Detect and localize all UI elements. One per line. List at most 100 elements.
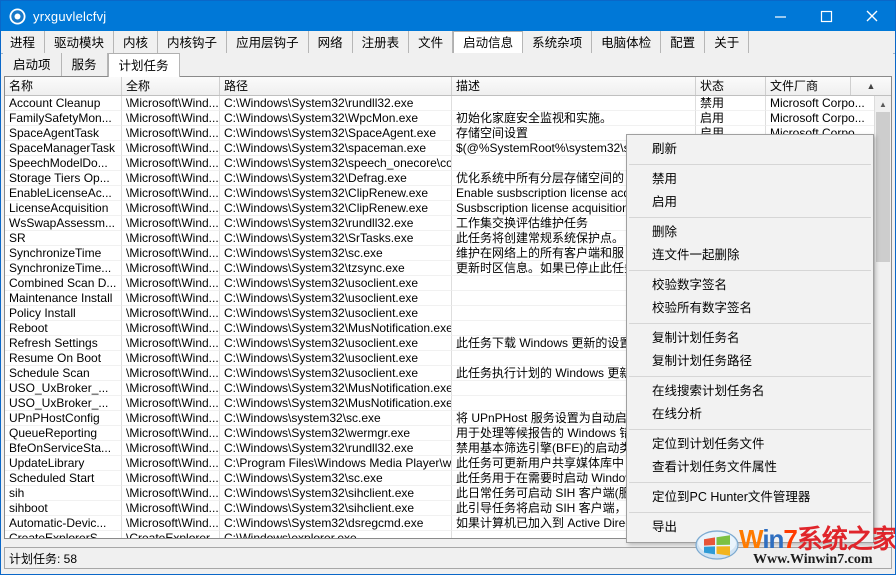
cell-path: C:\Windows\System32\dsregcmd.exe bbox=[220, 516, 452, 531]
cell-full: \Microsoft\Wind... bbox=[122, 111, 220, 126]
scroll-up-icon[interactable]: ▲ bbox=[875, 96, 891, 112]
menu-item-13[interactable]: 定位到PC Hunter文件管理器 bbox=[627, 486, 873, 509]
context-menu[interactable]: 刷新禁用 启用删除 连文件一起删除 校验数字签名 校验所有数字签名 复制计划任务名 复制计划… bbox=[626, 134, 874, 543]
cell-path: C:\Windows\System32\SrTasks.exe bbox=[220, 231, 452, 246]
main-tab-4[interactable]: 应用层钩子 bbox=[227, 31, 309, 53]
column-header-1[interactable]: 全称 bbox=[122, 77, 220, 95]
title-bar: yrxguvlelcfvj bbox=[1, 1, 895, 31]
sort-indicator-icon[interactable]: ▲ bbox=[851, 77, 891, 95]
cell-name: CreateExplorerS... bbox=[5, 531, 122, 538]
cell-name: SpaceAgentTask bbox=[5, 126, 122, 141]
main-tab-12[interactable]: 关于 bbox=[705, 31, 750, 53]
cell-path: C:\Windows\System32\usoclient.exe bbox=[220, 276, 452, 291]
cell-name: Combined Scan D... bbox=[5, 276, 122, 291]
table-row[interactable]: Account Cleanup \Microsoft\Wind... C:\Wind… bbox=[5, 96, 891, 111]
main-tab-9[interactable]: 系统杂项 bbox=[523, 31, 593, 53]
scrollbar-thumb[interactable] bbox=[876, 112, 890, 262]
menu-item-6[interactable]: 校验所有数字签名 bbox=[627, 297, 873, 320]
scroll-down-icon[interactable]: ▼ bbox=[875, 522, 891, 538]
sub-tab-1[interactable]: 服务 bbox=[62, 53, 108, 76]
main-tab-5[interactable]: 网络 bbox=[309, 31, 353, 53]
status-bar: 计划任务: 58 bbox=[4, 547, 892, 569]
cell-path: C:\Windows\System32\usoclient.exe bbox=[220, 291, 452, 306]
main-tab-3[interactable]: 内核钩子 bbox=[158, 31, 228, 53]
cell-path: C:\Windows\System32\sihclient.exe bbox=[220, 501, 452, 516]
menu-item-4[interactable]: 连文件一起删除 bbox=[627, 244, 873, 267]
column-header-5[interactable]: 文件厂商 bbox=[766, 77, 851, 95]
menu-item-9[interactable]: 在线搜索计划任务名 bbox=[627, 380, 873, 403]
menu-item-3[interactable]: 删除 bbox=[627, 221, 873, 244]
main-tab-8[interactable]: 启动信息 bbox=[453, 31, 524, 54]
menu-item-12[interactable]: 查看计划任务文件属性 bbox=[627, 456, 873, 479]
main-tab-7[interactable]: 文件 bbox=[409, 31, 454, 53]
cell-full: \Microsoft\Wind... bbox=[122, 261, 220, 276]
menu-item-2[interactable]: 启用 bbox=[627, 191, 873, 214]
cell-full: \Microsoft\Wind... bbox=[122, 456, 220, 471]
menu-separator bbox=[629, 512, 871, 513]
menu-item-8[interactable]: 复制计划任务路径 bbox=[627, 350, 873, 373]
cell-full: \Microsoft\Wind... bbox=[122, 366, 220, 381]
cell-path: C:\Windows\System32\ClipRenew.exe bbox=[220, 186, 452, 201]
sub-tab-label: 启动项 bbox=[13, 58, 51, 73]
sub-tab-2[interactable]: 计划任务 bbox=[107, 53, 180, 77]
cell-path: C:\Windows\System32\spaceman.exe bbox=[220, 141, 452, 156]
menu-item-11[interactable]: 定位到计划任务文件 bbox=[627, 433, 873, 456]
main-tab-label: 电脑体检 bbox=[601, 35, 652, 50]
column-header-3[interactable]: 描述 bbox=[452, 77, 696, 95]
menu-item-7[interactable]: 复制计划任务名 bbox=[627, 327, 873, 350]
cell-name: Account Cleanup bbox=[5, 96, 122, 111]
cell-path: C:\Windows\System32\sihclient.exe bbox=[220, 486, 452, 501]
cell-full: \Microsoft\Wind... bbox=[122, 231, 220, 246]
main-tab-label: 进程 bbox=[10, 35, 36, 50]
table-row[interactable]: FamilySafetyMon... \Microsoft\Wind... C:\W… bbox=[5, 111, 891, 126]
close-button[interactable] bbox=[849, 1, 895, 31]
menu-item-10[interactable]: 在线分析 bbox=[627, 403, 873, 426]
cell-path: C:\Windows\System32\usoclient.exe bbox=[220, 306, 452, 321]
menu-item-5[interactable]: 校验数字签名 bbox=[627, 274, 873, 297]
cell-full: \Microsoft\Wind... bbox=[122, 351, 220, 366]
main-tab-0[interactable]: 进程 bbox=[1, 31, 46, 53]
cell-full: \Microsoft\Wind... bbox=[122, 306, 220, 321]
main-tab-11[interactable]: 配置 bbox=[661, 31, 706, 53]
sub-tab-0[interactable]: 启动项 bbox=[3, 53, 62, 76]
cell-full: \Microsoft\Wind... bbox=[122, 486, 220, 501]
menu-item-14[interactable]: 导出 bbox=[627, 516, 873, 539]
main-tab-label: 配置 bbox=[670, 35, 696, 50]
cell-full: \CreateExplorer... bbox=[122, 531, 220, 538]
cell-name: Policy Install bbox=[5, 306, 122, 321]
cell-full: \Microsoft\Wind... bbox=[122, 201, 220, 216]
column-header-4[interactable]: 状态 bbox=[696, 77, 766, 95]
menu-separator bbox=[629, 270, 871, 271]
cell-full: \Microsoft\Wind... bbox=[122, 276, 220, 291]
cell-path: C:\Windows\System32\usoclient.exe bbox=[220, 366, 452, 381]
vertical-scrollbar[interactable]: ▲ ▼ bbox=[874, 96, 891, 538]
cell-vendor: Microsoft Corpo... bbox=[766, 96, 891, 111]
column-header-2[interactable]: 路径 bbox=[220, 77, 452, 95]
window-controls bbox=[757, 1, 895, 31]
cell-name: Reboot bbox=[5, 321, 122, 336]
cell-name: Schedule Scan bbox=[5, 366, 122, 381]
main-tab-6[interactable]: 注册表 bbox=[353, 31, 410, 53]
cell-name: Maintenance Install bbox=[5, 291, 122, 306]
cell-name: sihboot bbox=[5, 501, 122, 516]
cell-name: Refresh Settings bbox=[5, 336, 122, 351]
main-tab-10[interactable]: 电脑体检 bbox=[592, 31, 662, 53]
menu-separator bbox=[629, 376, 871, 377]
cell-path: C:\Windows\System32\MusNotification.exe bbox=[220, 396, 452, 411]
cell-full: \Microsoft\Wind... bbox=[122, 291, 220, 306]
cell-name: UpdateLibrary bbox=[5, 456, 122, 471]
main-tab-2[interactable]: 内核 bbox=[114, 31, 159, 53]
minimize-button[interactable] bbox=[757, 1, 803, 31]
cell-name: WsSwapAssessm... bbox=[5, 216, 122, 231]
maximize-button[interactable] bbox=[803, 1, 849, 31]
cell-name: LicenseAcquisition bbox=[5, 201, 122, 216]
menu-item-0[interactable]: 刷新 bbox=[627, 138, 873, 161]
cell-full: \Microsoft\Wind... bbox=[122, 321, 220, 336]
cell-full: \Microsoft\Wind... bbox=[122, 156, 220, 171]
main-tab-1[interactable]: 驱动模块 bbox=[45, 31, 115, 53]
column-header-0[interactable]: 名称 bbox=[5, 77, 122, 95]
window-title: yrxguvlelcfvj bbox=[33, 8, 107, 24]
menu-separator bbox=[629, 429, 871, 430]
menu-item-1[interactable]: 禁用 bbox=[627, 168, 873, 191]
menu-separator bbox=[629, 323, 871, 324]
